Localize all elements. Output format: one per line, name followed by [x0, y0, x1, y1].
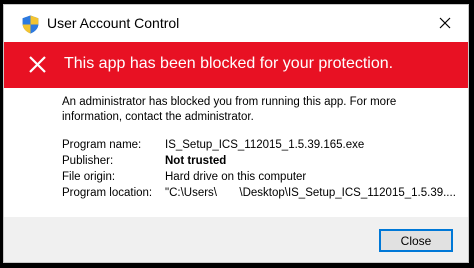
- detail-value: "C:\Users\ \Desktop\IS_Setup_ICS_112015_…: [165, 187, 456, 199]
- detail-label: Program name:: [62, 139, 142, 151]
- blocked-banner: This app has been blocked for your prote…: [4, 42, 468, 88]
- detail-value: Not trusted: [165, 155, 227, 167]
- detail-label: Program location:: [62, 187, 153, 199]
- dialog-footer: Close: [4, 217, 468, 262]
- close-icon[interactable]: [430, 10, 460, 36]
- close-button[interactable]: Close: [379, 229, 453, 252]
- blocked-x-icon: [29, 56, 46, 73]
- detail-row-program-name: Program name: IS_Setup_ICS_112015_1.5.39…: [62, 137, 462, 153]
- detail-label: File origin:: [62, 171, 116, 183]
- title-bar: User Account Control: [4, 5, 468, 41]
- detail-row-publisher: Publisher: Not trusted: [62, 153, 462, 169]
- detail-row-file-origin: File origin: Hard drive on this computer: [62, 169, 462, 185]
- detail-value: IS_Setup_ICS_112015_1.5.39.165.exe: [165, 139, 365, 151]
- uac-dialog: User Account Control This app has been b…: [3, 4, 469, 263]
- window-title: User Account Control: [47, 15, 180, 31]
- detail-label: Publisher:: [62, 155, 114, 167]
- program-details: Program name: IS_Setup_ICS_112015_1.5.39…: [62, 137, 462, 201]
- detail-row-program-location: Program location: "C:\Users\ \Desktop\IS…: [62, 185, 462, 201]
- uac-shield-icon: [22, 15, 39, 34]
- admin-message: An administrator has blocked you from ru…: [62, 96, 397, 123]
- banner-message: This app has been blocked for your prote…: [64, 55, 394, 72]
- detail-value: Hard drive on this computer: [165, 171, 307, 183]
